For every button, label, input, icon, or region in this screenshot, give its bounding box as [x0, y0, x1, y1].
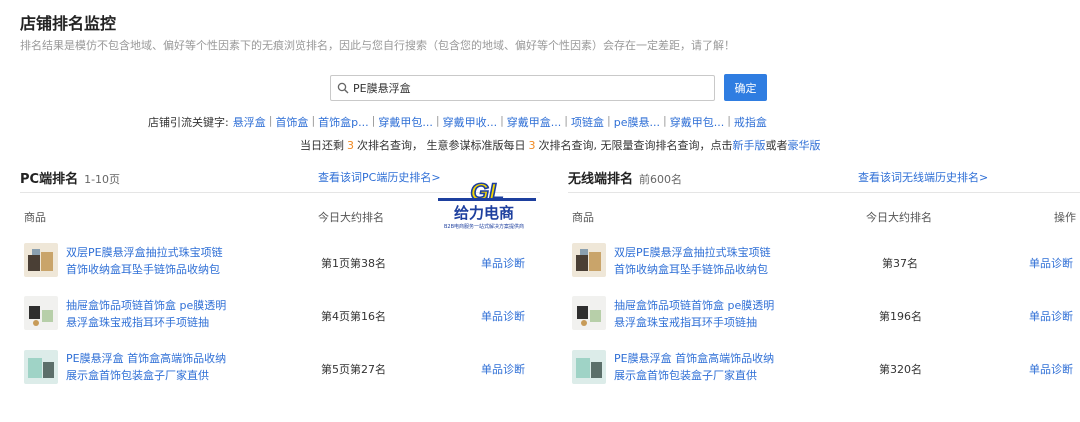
notice-text: 次排名查询， 生意参谋标准版每日: [357, 139, 526, 152]
keyword-link[interactable]: 首饰盒: [275, 114, 308, 130]
pc-col-product: 商品: [24, 211, 46, 224]
keyword-link[interactable]: 穿戴甲包...: [670, 114, 725, 130]
diagnose-link[interactable]: 单品诊断: [1029, 308, 1073, 324]
page-title: 店铺排名监控: [20, 14, 117, 33]
daily-count: 3: [528, 139, 536, 152]
diagnose-link[interactable]: 单品诊断: [1029, 255, 1073, 271]
notice-text: 当日还剩: [300, 139, 344, 152]
keyword-link[interactable]: pe膜悬...: [614, 114, 660, 130]
keyword-bar: 店铺引流关键字: 悬浮盒 | 首饰盒 | 首饰盒p... | 穿戴甲包... | 穿戴甲…: [148, 114, 767, 130]
rank-value: 第37名: [882, 257, 918, 270]
diagnose-link[interactable]: 单品诊断: [1029, 361, 1073, 377]
keyword-link[interactable]: 悬浮盒: [233, 114, 266, 130]
product-thumbnail[interactable]: [572, 296, 606, 330]
notice-text: 次排名查询, 无限量查询排名查询，点击: [538, 139, 733, 152]
pc-rank-heading: PC端排名 1-10页: [20, 168, 120, 187]
search-box[interactable]: [330, 74, 715, 101]
keyword-link[interactable]: 穿戴甲盒...: [507, 114, 562, 130]
product-thumbnail[interactable]: [24, 350, 58, 384]
keyword-link[interactable]: 穿戴甲收...: [443, 114, 498, 130]
pc-history-link[interactable]: 查看该词PC端历史排名>: [318, 169, 441, 185]
mobile-title: 无线端排名: [568, 172, 634, 187]
keyword-link[interactable]: 首饰盒p...: [318, 114, 368, 130]
page-subtitle: 排名结果是模仿不包含地域、偏好等个性因素下的无痕浏览排名，因此与您自行搜索（包含…: [20, 39, 735, 52]
gl-logo-watermark: GL 给力电商 B2B电商服务一站式解决方案提供商: [438, 178, 536, 230]
product-thumbnail[interactable]: [24, 243, 58, 277]
keyword-label: 店铺引流关键字:: [148, 116, 229, 129]
search-row: 确定: [330, 74, 767, 101]
rank-value: 第1页第38名: [321, 257, 386, 270]
logo-tagline: B2B电商服务一站式解决方案提供商: [444, 223, 524, 230]
product-title-link[interactable]: PE膜悬浮盒 首饰盒高端饰品收纳展示盒首饰包装盒子厂家直供: [66, 350, 231, 384]
pc-col-rank: 今日大约排名: [318, 211, 384, 224]
mobile-rank-heading: 无线端排名 前600名: [568, 168, 682, 187]
logo-name: 给力电商: [454, 204, 514, 222]
newbie-version-link[interactable]: 新手版: [733, 139, 766, 152]
diagnose-link[interactable]: 单品诊断: [481, 361, 525, 377]
product-title-link[interactable]: 抽屉盒饰品项链首饰盒 pe膜透明悬浮盒珠宝戒指耳环手项链抽: [614, 297, 779, 331]
product-title-link[interactable]: 抽屉盒饰品项链首饰盒 pe膜透明悬浮盒珠宝戒指耳环手项链抽: [66, 297, 231, 331]
product-thumbnail[interactable]: [572, 243, 606, 277]
mobile-range: 前600名: [639, 173, 683, 186]
remaining-count: 3: [347, 139, 354, 152]
pc-range: 1-10页: [84, 173, 121, 186]
rank-value: 第320名: [879, 363, 922, 376]
product-title-link[interactable]: 双层PE膜悬浮盒抽拉式珠宝项链首饰收纳盒耳坠手链饰品收纳包: [66, 244, 231, 278]
pc-title: PC端排名: [20, 172, 79, 187]
mobile-divider: [568, 192, 1080, 193]
search-icon: [337, 82, 349, 93]
deluxe-version-link[interactable]: 豪华版: [788, 139, 821, 152]
confirm-button[interactable]: 确定: [724, 74, 767, 101]
diagnose-link[interactable]: 单品诊断: [481, 255, 525, 271]
product-title-link[interactable]: 双层PE膜悬浮盒抽拉式珠宝项链首饰收纳盒耳坠手链饰品收纳包: [614, 244, 779, 278]
product-title-link[interactable]: PE膜悬浮盒 首饰盒高端饰品收纳展示盒首饰包装盒子厂家直供: [614, 350, 779, 384]
keyword-link[interactable]: 项链盒: [571, 114, 604, 130]
rank-value: 第196名: [879, 310, 922, 323]
search-input[interactable]: [353, 81, 693, 94]
mobile-history-link[interactable]: 查看该词无线端历史排名>: [858, 169, 988, 185]
notice-text: 或者: [765, 139, 788, 152]
mobile-col-action: 操作: [1054, 211, 1076, 224]
keyword-link[interactable]: 穿戴甲包...: [378, 114, 433, 130]
diagnose-link[interactable]: 单品诊断: [481, 308, 525, 324]
mobile-col-product: 商品: [572, 211, 594, 224]
mobile-col-rank: 今日大约排名: [866, 211, 932, 224]
product-thumbnail[interactable]: [572, 350, 606, 384]
logo-mark: GL: [470, 179, 503, 206]
query-notice: 当日还剩 3 次排名查询， 生意参谋标准版每日 3 次排名查询, 无限量查询排名查询，点…: [300, 137, 821, 153]
product-thumbnail[interactable]: [24, 296, 58, 330]
rank-value: 第5页第27名: [321, 363, 386, 376]
rank-value: 第4页第16名: [321, 310, 386, 323]
keyword-link[interactable]: 戒指盒: [734, 114, 767, 130]
